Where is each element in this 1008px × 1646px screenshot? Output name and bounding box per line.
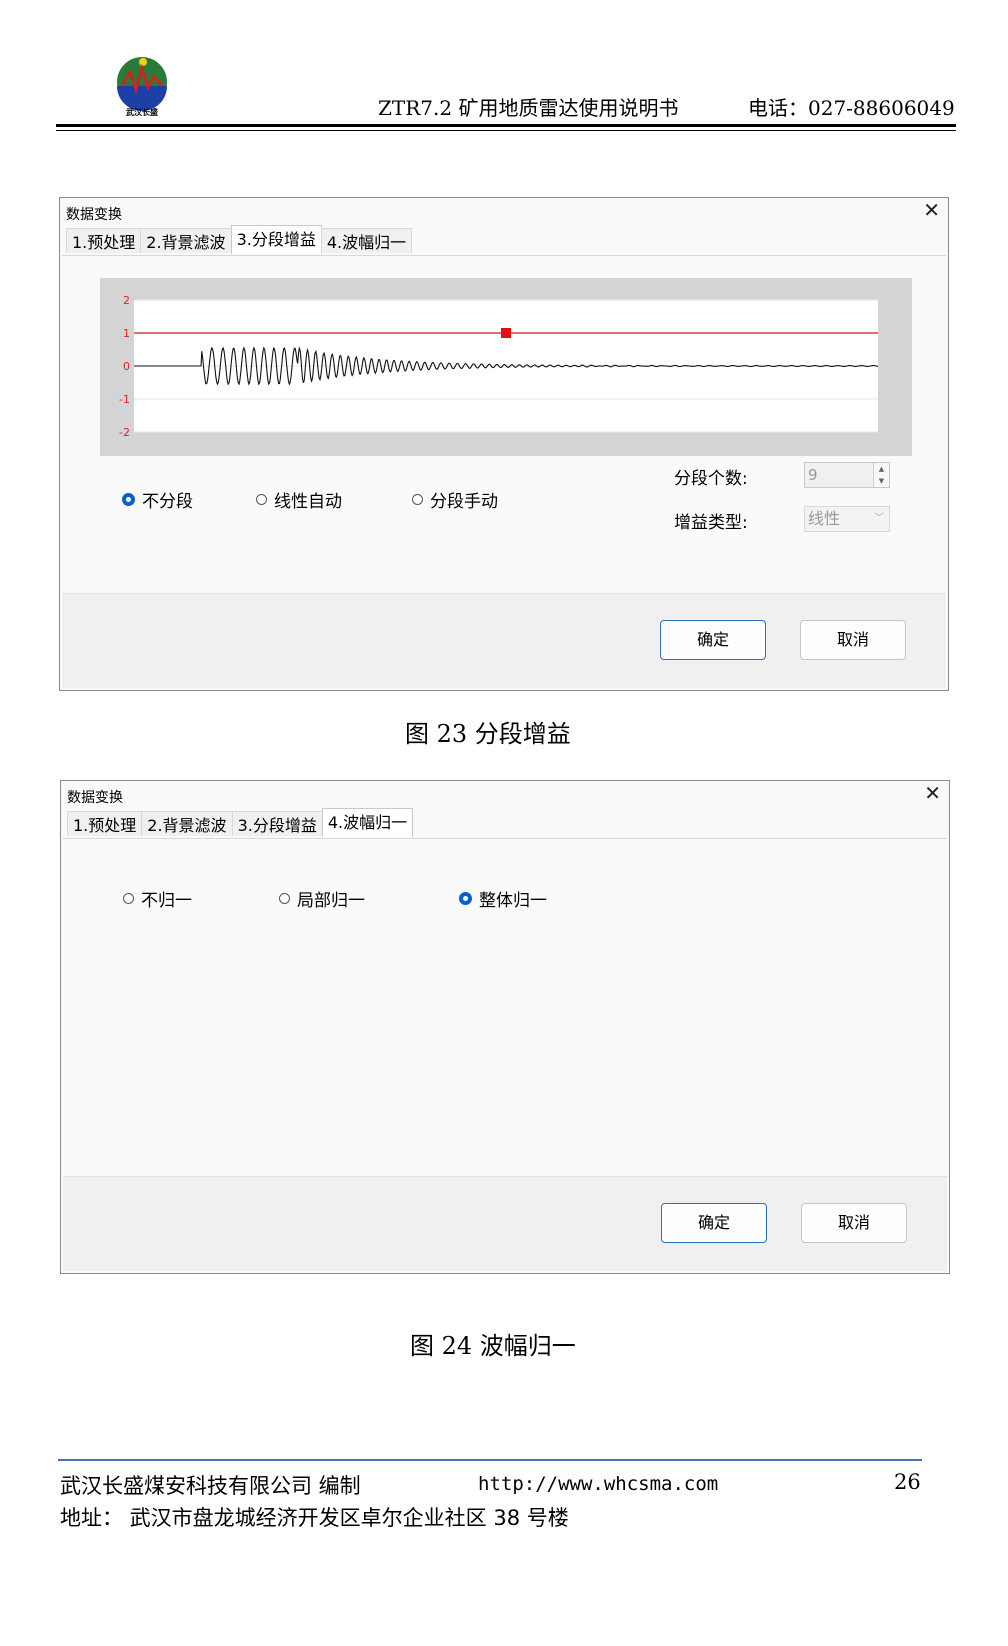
radio-global-normalize[interactable]: 整体归一	[459, 886, 547, 911]
tab-background-filter[interactable]: 2.背景滤波	[141, 811, 233, 836]
chevron-down-icon: ﹀	[874, 513, 884, 524]
dialog-button-bar: 确定 取消	[62, 593, 946, 688]
tab-preprocess[interactable]: 1.预处理	[66, 228, 142, 253]
cancel-button[interactable]: 取消	[801, 1203, 907, 1243]
dialog-title: 数据变换	[66, 207, 122, 223]
radio-checked-icon	[122, 493, 135, 506]
data-transform-dialog-normalize: 数据变换 ✕ 1.预处理 2.背景滤波 3.分段增益 4.波幅归一 不归一 局部…	[60, 780, 950, 1274]
cancel-button[interactable]: 取消	[800, 620, 906, 660]
tab-amplitude-normalize[interactable]: 4.波幅归一	[321, 808, 414, 837]
radio-no-segment[interactable]: 不分段	[122, 487, 193, 512]
y-tick-label: 2	[123, 294, 130, 307]
radio-unchecked-icon	[279, 893, 290, 904]
segment-count-spinbox[interactable]: 9 ▲ ▼	[804, 462, 890, 488]
tab-amplitude-normalize[interactable]: 4.波幅归一	[320, 228, 413, 253]
gain-type-select[interactable]: 线性 ﹀	[804, 506, 890, 532]
ok-button[interactable]: 确定	[660, 620, 766, 660]
close-icon[interactable]: ✕	[923, 198, 940, 222]
y-tick-label: 1	[123, 327, 130, 340]
ok-button[interactable]: 确定	[661, 1203, 767, 1243]
tab-segment-gain[interactable]: 3.分段增益	[230, 225, 322, 254]
tab-bar: 1.预处理 2.背景滤波 3.分段增益 4.波幅归一	[66, 225, 413, 255]
logo-text: 武汉长盛	[126, 107, 158, 117]
header-rule	[56, 124, 956, 127]
segment-count-label: 分段个数:	[674, 469, 748, 489]
footer-address: 地址： 武汉市盘龙城经济开发区卓尔企业社区 38 号楼	[60, 1506, 569, 1530]
radio-label: 不分段	[142, 492, 193, 512]
figure-caption-24: 图 24 波幅归一	[410, 1332, 576, 1360]
radio-label: 线性自动	[274, 492, 342, 512]
radio-label: 整体归一	[479, 891, 547, 911]
footer-rule	[58, 1459, 922, 1461]
radio-local-normalize[interactable]: 局部归一	[279, 886, 365, 911]
radio-unchecked-icon	[412, 494, 423, 505]
gain-handle	[501, 328, 511, 338]
header-rule-thin	[56, 130, 956, 131]
data-transform-dialog-gain: 数据变换 ✕ 1.预处理 2.背景滤波 3.分段增益 4.波幅归一 2 1 0 -1 -…	[59, 197, 949, 691]
tab-bar: 1.预处理 2.背景滤波 3.分段增益 4.波幅归一	[67, 808, 414, 838]
page-number: 26	[894, 1470, 921, 1494]
radio-label: 局部归一	[297, 891, 365, 911]
tab-background-filter[interactable]: 2.背景滤波	[140, 228, 232, 253]
figure-caption-23: 图 23 分段增益	[405, 720, 571, 748]
document-title: ZTR7.2 矿用地质雷达使用说明书	[378, 96, 679, 120]
radio-linear-auto[interactable]: 线性自动	[256, 487, 342, 512]
tab-panel: 不归一 局部归一 整体归一	[63, 838, 947, 1178]
tab-segment-gain[interactable]: 3.分段增益	[231, 811, 323, 836]
radio-label: 不归一	[141, 891, 192, 911]
radio-no-normalize[interactable]: 不归一	[123, 886, 192, 911]
gain-type-label: 增益类型:	[674, 513, 748, 533]
y-tick-label: 0	[123, 360, 130, 373]
dialog-button-bar: 确定 取消	[63, 1176, 947, 1271]
radio-checked-icon	[459, 892, 472, 905]
tab-panel: 2 1 0 -1 -2 不分段 线性自动 分段手动 分段个数: 9 ▲ ▼ 增益类型: …	[62, 255, 946, 595]
radio-segment-manual[interactable]: 分段手动	[412, 487, 498, 512]
company-logo: 武汉长盛	[112, 56, 172, 118]
radio-unchecked-icon	[123, 893, 134, 904]
radio-unchecked-icon	[256, 494, 267, 505]
segment-count-value: 9	[808, 466, 818, 484]
y-tick-label: -1	[119, 393, 130, 406]
radio-label: 分段手动	[430, 492, 498, 512]
dialog-title: 数据变换	[67, 790, 123, 806]
footer-url[interactable]: http://www.whcsma.com	[478, 1473, 718, 1495]
close-icon[interactable]: ✕	[924, 781, 941, 805]
tab-preprocess[interactable]: 1.预处理	[67, 811, 143, 836]
gain-chart-svg: 2 1 0 -1 -2	[119, 294, 879, 439]
header-phone: 电话：027-88606049	[748, 96, 955, 120]
gain-chart[interactable]: 2 1 0 -1 -2	[100, 278, 912, 456]
gain-type-value: 线性	[808, 509, 841, 528]
spin-down-icon[interactable]: ▼	[874, 475, 889, 487]
y-tick-label: -2	[119, 426, 130, 439]
spin-arrows[interactable]: ▲ ▼	[873, 463, 889, 487]
footer-company: 武汉长盛煤安科技有限公司 编制	[60, 1474, 361, 1498]
spin-up-icon[interactable]: ▲	[874, 463, 889, 475]
